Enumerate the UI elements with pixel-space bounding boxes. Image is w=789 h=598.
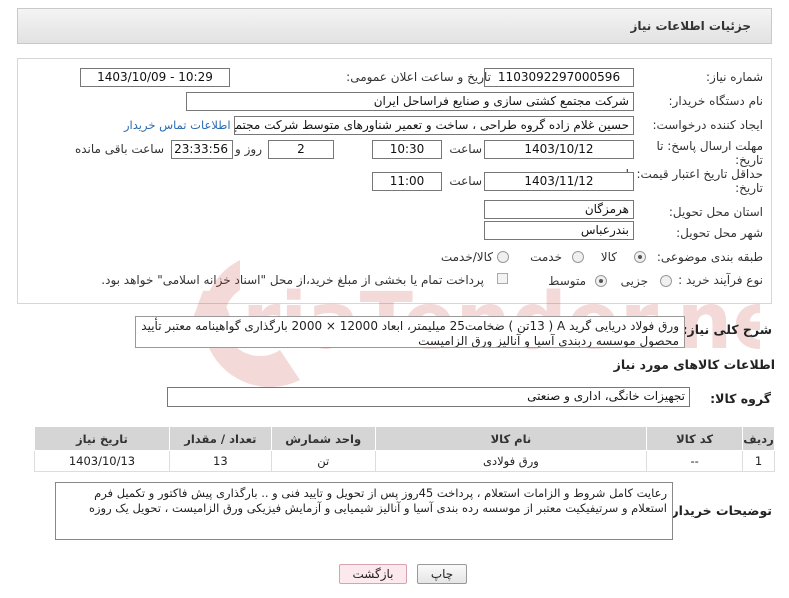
process-partial-radio[interactable]	[660, 275, 672, 287]
cell-name: ورق فولادی	[374, 450, 648, 472]
deadline-time-label: ساعت	[449, 142, 482, 156]
category-goods-radio[interactable]	[634, 251, 646, 263]
process-medium-radio[interactable]	[595, 275, 607, 287]
deadline-date-field[interactable]: 1403/10/12	[484, 140, 634, 159]
buyer-label: نام دستگاه خریدار:	[668, 94, 764, 108]
city-label: شهر محل تحویل:	[676, 226, 763, 240]
province-field[interactable]: هرمزگان	[484, 200, 634, 219]
back-button[interactable]: بازگشت	[339, 564, 407, 584]
deadline-label: مهلت ارسال پاسخ: تا	[656, 139, 763, 153]
buyer-notes-field[interactable]: رعایت کامل شروط و الزامات استعلام ، پردا…	[55, 482, 673, 540]
col-date: تاریخ نیاز	[34, 426, 170, 451]
deadline-date-label: تاریخ:	[735, 153, 763, 167]
print-button[interactable]: چاپ	[417, 564, 467, 584]
deadline-time-field[interactable]: 10:30	[372, 140, 442, 159]
cell-code: --	[646, 450, 744, 472]
page-title: جزئیات اطلاعات نیاز	[630, 19, 751, 33]
buyer-field[interactable]: شرکت مجتمع کشتی سازی و صنایع فراساحل ایر…	[186, 92, 634, 111]
need-number-label: شماره نیاز:	[706, 70, 763, 84]
process-label: نوع فرآیند خرید :	[678, 273, 763, 287]
category-both-radio[interactable]	[497, 251, 509, 263]
goods-group-label: گروه کالا:	[710, 391, 771, 406]
col-unit: واحد شمارش	[270, 426, 376, 451]
description-label: شرح کلی نیاز:	[682, 322, 772, 337]
days-field[interactable]: 2	[268, 140, 334, 159]
creator-field[interactable]: حسین غلام زاده گروه طراحی ، ساخت و تعمیر…	[234, 116, 634, 135]
category-label: طبقه بندی موضوعی:	[656, 250, 763, 264]
description-field[interactable]: ورق فولاد دریایی گرید A ( 13تن ) ضخامت25…	[135, 316, 685, 348]
treasury-payment-checkbox[interactable]	[497, 273, 508, 284]
validity-date-field[interactable]: 1403/11/12	[484, 172, 634, 191]
goods-table-header: ردیف کد کالا نام کالا واحد شمارش تعداد /…	[34, 426, 775, 451]
validity-label: حداقل تاریخ اعتبار قیمت: تا	[625, 167, 763, 181]
days-label: روز و	[235, 142, 262, 156]
category-service-label: خدمت	[530, 250, 562, 264]
table-row[interactable]: 1 -- ورق فولادی تن 13 1403/10/13	[34, 450, 775, 472]
goods-group-field[interactable]: تجهیزات خانگی، اداری و صنعتی	[167, 387, 690, 407]
validity-date-label: تاریخ:	[735, 181, 763, 195]
category-both-label: کالا/خدمت	[440, 250, 493, 264]
process-medium-label: متوسط	[548, 274, 586, 288]
validity-time-field[interactable]: 11:00	[372, 172, 442, 191]
cell-date: 1403/10/13	[34, 450, 170, 472]
announce-field[interactable]: 1403/10/09 - 10:29	[80, 68, 230, 87]
header-panel: جزئیات اطلاعات نیاز	[17, 8, 772, 44]
col-qty: تعداد / مقدار	[168, 426, 272, 451]
col-code: کد کالا	[646, 426, 744, 451]
remaining-time-field[interactable]: 23:33:56	[171, 140, 233, 159]
col-row: ردیف	[742, 426, 775, 451]
notes-label: توضیحات خریدار:	[666, 503, 772, 518]
city-field[interactable]: بندرعباس	[484, 221, 634, 240]
treasury-payment-note: پرداخت تمام یا بخشی از مبلغ خرید،از محل …	[101, 273, 484, 287]
goods-table: ردیف کد کالا نام کالا واحد شمارش تعداد /…	[34, 426, 775, 472]
cell-unit: تن	[270, 450, 376, 472]
cell-row: 1	[742, 450, 775, 472]
category-goods-label: کالا	[600, 250, 617, 264]
buyer-contact-link[interactable]: اطلاعات تماس خریدار	[124, 118, 231, 132]
need-number-field[interactable]: 1103092297000596	[484, 68, 634, 87]
col-name: نام کالا	[374, 426, 648, 451]
goods-section-title: اطلاعات کالاهای مورد نیاز	[613, 357, 775, 372]
remaining-label: ساعت باقی مانده	[74, 142, 164, 156]
cell-qty: 13	[168, 450, 272, 472]
creator-label: ایجاد کننده درخواست:	[652, 118, 763, 132]
category-service-radio[interactable]	[572, 251, 584, 263]
announce-label: تاریخ و ساعت اعلان عمومی:	[346, 70, 491, 84]
validity-time-label: ساعت	[449, 174, 482, 188]
province-label: استان محل تحویل:	[668, 205, 763, 219]
process-partial-label: جزیی	[620, 274, 648, 288]
